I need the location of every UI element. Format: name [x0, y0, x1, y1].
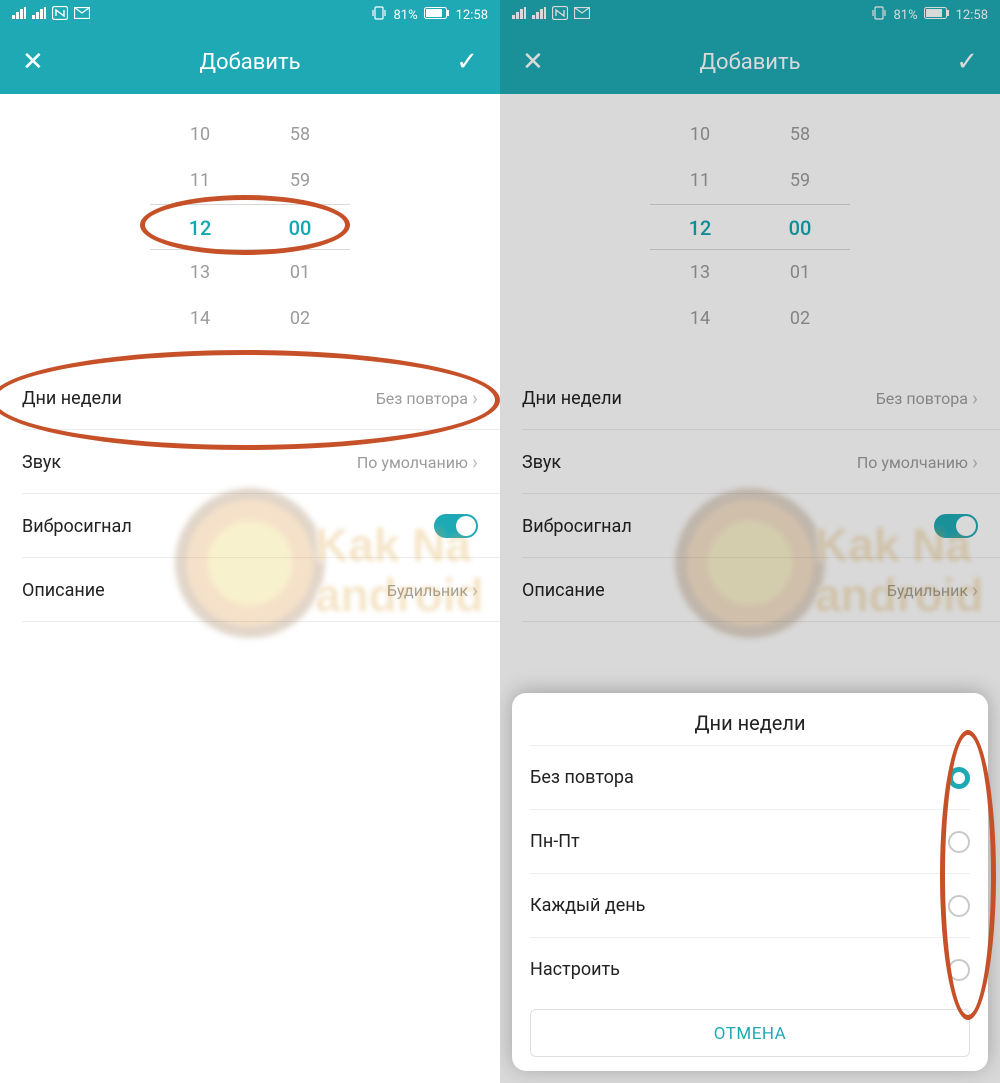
- confirm-icon[interactable]: ✓: [456, 49, 478, 75]
- close-icon[interactable]: ✕: [22, 49, 44, 75]
- battery-icon: [924, 7, 950, 23]
- radio-checked-icon[interactable]: [948, 767, 970, 789]
- dialog-option-custom[interactable]: Настроить: [530, 937, 970, 1001]
- vibrate-toggle[interactable]: [434, 514, 478, 538]
- dialog-cancel-button[interactable]: ОТМЕНА: [530, 1009, 970, 1057]
- hour-option[interactable]: 14: [150, 296, 250, 342]
- row-days[interactable]: Дни недели Без повтора ›: [0, 366, 500, 430]
- row-value: Будильник: [387, 581, 468, 600]
- time-picker[interactable]: 10 11 12 13 14 58 59 00 01 02: [0, 94, 500, 352]
- close-icon[interactable]: ✕: [522, 49, 544, 75]
- minute-column: 58 59 00 01 02: [750, 112, 850, 342]
- mail-icon: [574, 7, 590, 23]
- chevron-right-icon: ›: [972, 386, 978, 410]
- status-bar: 81% 12:58: [0, 0, 500, 30]
- chevron-right-icon: ›: [472, 450, 478, 474]
- settings-list: Дни недели Без повтора › Звук По умолчан…: [0, 352, 500, 622]
- radio-unchecked-icon[interactable]: [948, 831, 970, 853]
- row-label: Дни недели: [22, 388, 122, 409]
- row-label: Звук: [22, 452, 61, 473]
- clock-time: 12:58: [456, 8, 488, 23]
- row-vibrate: Вибросигнал: [500, 494, 1000, 558]
- row-sound: Звук По умолчанию ›: [500, 430, 1000, 494]
- header-title: Добавить: [199, 50, 300, 75]
- confirm-icon[interactable]: ✓: [956, 49, 978, 75]
- dialog-option-no-repeat[interactable]: Без повтора: [530, 745, 970, 809]
- vibrate-mode-icon: [371, 6, 387, 24]
- minute-option[interactable]: 01: [250, 250, 350, 296]
- status-bar: 81% 12:58: [500, 0, 1000, 30]
- chevron-right-icon: ›: [472, 386, 478, 410]
- hour-option[interactable]: 10: [150, 112, 250, 158]
- radio-unchecked-icon[interactable]: [948, 895, 970, 917]
- time-picker: 10 11 12 13 14 58 59 00 01 02: [500, 94, 1000, 352]
- minute-option[interactable]: 02: [250, 296, 350, 342]
- settings-list: Дни недели Без повтора › Звук По умолчан…: [500, 352, 1000, 622]
- phone-right: 81% 12:58 ✕ Добавить ✓ 10 11 12 13 14: [500, 0, 1000, 1083]
- hour-column: 10 11 12 13 14: [150, 112, 250, 342]
- hour-option[interactable]: 13: [150, 250, 250, 296]
- phone-left: 81% 12:58 ✕ Добавить ✓ 10 11 12 13 14: [0, 0, 500, 1083]
- header: ✕ Добавить ✓: [500, 30, 1000, 94]
- row-vibrate[interactable]: Вибросигнал: [0, 494, 500, 558]
- minute-selected[interactable]: 00: [250, 204, 350, 250]
- row-sound[interactable]: Звук По умолчанию ›: [0, 430, 500, 494]
- option-label: Пн-Пт: [530, 831, 580, 852]
- hour-selected[interactable]: 12: [150, 204, 250, 250]
- signal-icon: [12, 7, 26, 23]
- row-days: Дни недели Без повтора ›: [500, 366, 1000, 430]
- nfc-icon: [52, 6, 68, 24]
- header-title: Добавить: [699, 50, 800, 75]
- row-value: По умолчанию: [357, 453, 468, 472]
- row-desc: Описание Будильник ›: [500, 558, 1000, 622]
- hour-option[interactable]: 11: [150, 158, 250, 204]
- mail-icon: [74, 7, 90, 23]
- minute-column: 58 59 00 01 02: [250, 112, 350, 342]
- row-value: Без повтора: [376, 389, 468, 408]
- battery-percent: 81%: [893, 8, 917, 23]
- chevron-right-icon: ›: [972, 578, 978, 602]
- hour-column: 10 11 12 13 14: [650, 112, 750, 342]
- header: ✕ Добавить ✓: [0, 30, 500, 94]
- clock-time: 12:58: [956, 8, 988, 23]
- days-dialog: Дни недели Без повтора Пн-Пт Каждый день…: [512, 693, 988, 1071]
- dialog-option-everyday[interactable]: Каждый день: [530, 873, 970, 937]
- row-label: Описание: [22, 580, 105, 601]
- vibrate-mode-icon: [871, 6, 887, 24]
- dialog-option-weekdays[interactable]: Пн-Пт: [530, 809, 970, 873]
- chevron-right-icon: ›: [472, 578, 478, 602]
- nfc-icon: [552, 6, 568, 24]
- chevron-right-icon: ›: [972, 450, 978, 474]
- radio-unchecked-icon[interactable]: [948, 959, 970, 981]
- dialog-title: Дни недели: [530, 711, 970, 745]
- row-label: Вибросигнал: [22, 516, 132, 537]
- option-label: Настроить: [530, 959, 620, 980]
- option-label: Без повтора: [530, 767, 634, 788]
- signal2-icon: [32, 7, 46, 23]
- signal-icon: [512, 7, 526, 23]
- vibrate-toggle: [934, 514, 978, 538]
- signal2-icon: [532, 7, 546, 23]
- battery-icon: [424, 7, 450, 23]
- option-label: Каждый день: [530, 895, 645, 916]
- minute-option[interactable]: 59: [250, 158, 350, 204]
- row-desc[interactable]: Описание Будильник ›: [0, 558, 500, 622]
- battery-percent: 81%: [393, 8, 417, 23]
- minute-option[interactable]: 58: [250, 112, 350, 158]
